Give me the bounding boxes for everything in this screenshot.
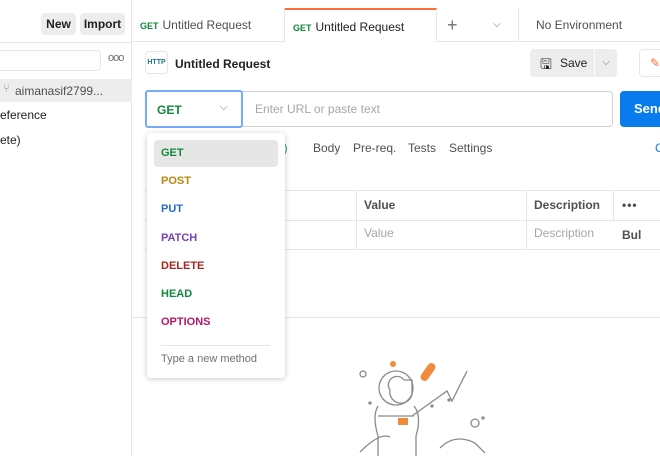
- chevron-down-icon: ⌵: [220, 102, 228, 113]
- save-icon: 🖫: [540, 56, 552, 72]
- tab-settings[interactable]: Settings: [449, 141, 492, 155]
- new-tab-icon[interactable]: +: [447, 8, 458, 41]
- edit-icon[interactable]: ✎: [639, 49, 660, 77]
- http-icon: HTTP: [145, 51, 168, 74]
- method-option-patch[interactable]: PATCH: [154, 225, 278, 252]
- astronaut-illustration: [359, 361, 485, 456]
- tab-request-1[interactable]: GET Untitled Request: [132, 8, 285, 42]
- sidebar-item-label: aimanasif2799...: [15, 84, 104, 98]
- import-button[interactable]: Import: [80, 13, 125, 35]
- method-option-post[interactable]: POST: [154, 168, 278, 195]
- sidebar-search-input[interactable]: [0, 50, 101, 71]
- request-title[interactable]: Untitled Request: [175, 57, 270, 71]
- sidebar-item[interactable]: eference: [0, 108, 47, 122]
- description-input[interactable]: Description: [526, 220, 660, 249]
- bulk-edit[interactable]: ••• Bul: [613, 190, 660, 242]
- save-options-chevron-icon[interactable]: ⌵: [595, 49, 617, 77]
- tab-actions: + ⌵: [437, 8, 519, 42]
- tab-tests[interactable]: Tests: [408, 141, 436, 155]
- custom-method-input[interactable]: Type a new method: [161, 353, 257, 365]
- method-select[interactable]: GET ⌵: [145, 90, 243, 128]
- environment-select[interactable]: No Environment: [519, 8, 660, 42]
- save-button[interactable]: 🖫 Save: [530, 49, 594, 77]
- method-dropdown-menu: GET POST PUT PATCH DELETE HEAD OPTIONS T…: [147, 133, 285, 378]
- fork-icon: ⑂: [3, 83, 10, 95]
- tab-pre-request[interactable]: Pre-req.: [353, 141, 396, 155]
- column-header-description: Description: [526, 190, 613, 220]
- more-horizontal-icon: •••: [622, 198, 638, 212]
- method-option-get[interactable]: GET: [154, 140, 278, 167]
- send-button[interactable]: Send: [620, 91, 660, 127]
- new-button[interactable]: New: [41, 13, 76, 35]
- chevron-down-icon[interactable]: ⌵: [493, 8, 501, 41]
- tab-request-2[interactable]: GET Untitled Request: [285, 8, 437, 42]
- sidebar-item-fork[interactable]: ⑂ aimanasif2799...: [0, 79, 132, 102]
- value-input[interactable]: Value: [356, 220, 526, 249]
- method-option-put[interactable]: PUT: [154, 196, 278, 223]
- url-input[interactable]: Enter URL or paste text: [243, 91, 613, 127]
- column-header-value: Value: [356, 190, 526, 220]
- method-option-options[interactable]: OPTIONS: [154, 309, 278, 336]
- sidebar: New Import ooo ⑂ aimanasif2799... eferen…: [0, 0, 132, 456]
- cookies-link[interactable]: C: [655, 141, 660, 155]
- tab-body[interactable]: Body: [313, 141, 340, 155]
- more-horizontal-icon[interactable]: ooo: [108, 52, 124, 64]
- sidebar-item[interactable]: ete): [0, 133, 21, 147]
- method-option-delete[interactable]: DELETE: [154, 253, 278, 280]
- method-option-head[interactable]: HEAD: [154, 281, 278, 308]
